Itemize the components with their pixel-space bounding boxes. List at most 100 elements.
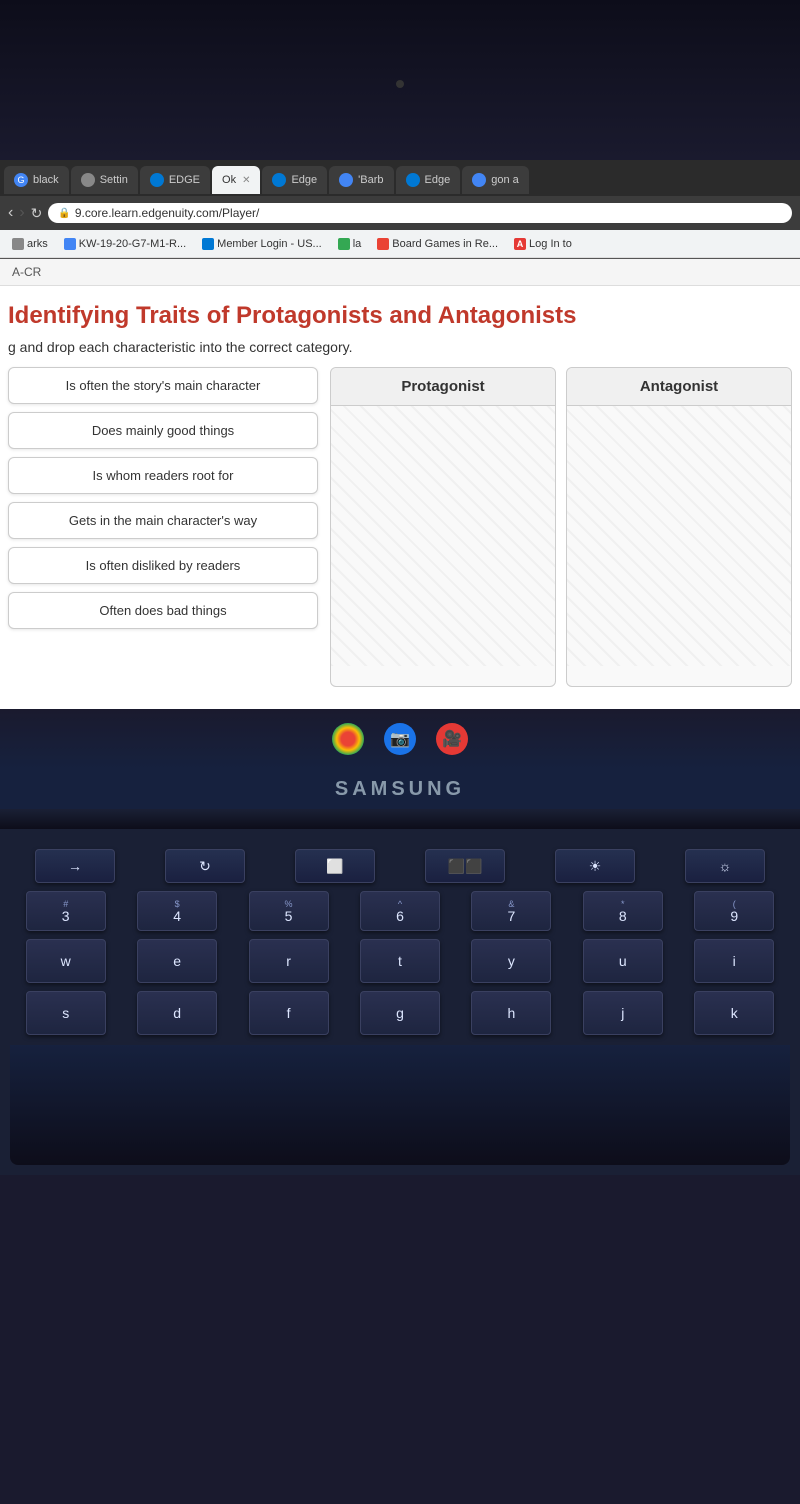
key-w-label: w (61, 954, 71, 968)
bookmarks-bar: arks KW-19-20-G7-M1-R... Member Login - … (0, 230, 800, 258)
bookmark-login[interactable]: A Log In to (508, 236, 578, 252)
key-bright-down[interactable]: ☀ (555, 849, 635, 883)
key-d[interactable]: d (137, 991, 217, 1035)
tab-ok-close[interactable]: ✕ (242, 175, 250, 186)
tab-barb-label: 'Barb (358, 174, 383, 186)
key-9[interactable]: ( 9 (694, 891, 774, 931)
tab-black-icon: G (14, 173, 28, 187)
bookmark-boardgames-icon (377, 238, 389, 250)
bookmark-boardgames[interactable]: Board Games in Re... (371, 236, 504, 252)
key-arrow[interactable]: → (35, 849, 115, 883)
key-g[interactable]: g (360, 991, 440, 1035)
drop-zone-protagonist-header: Protagonist (331, 368, 555, 406)
camera-icon[interactable]: 📷 (384, 723, 416, 755)
key-h-label: h (507, 1006, 515, 1020)
tab-gon[interactable]: gon a (462, 166, 529, 194)
tab-edge3-icon (406, 173, 420, 187)
drop-zone-antagonist[interactable]: Antagonist (566, 367, 792, 687)
tab-black[interactable]: G black (4, 166, 69, 194)
key-r[interactable]: r (249, 939, 329, 983)
tab-edge1-label: EDGE (169, 174, 200, 186)
address-bar-row: ‹ › ↻ 🔒 9.core.learn.edgenuity.com/Playe… (0, 196, 800, 230)
tab-settings[interactable]: Settin (71, 166, 138, 194)
bookmark-la[interactable]: la (332, 236, 368, 252)
video-icon[interactable]: 🎥 (436, 723, 468, 755)
characteristic-text-4: Gets in the main character's way (69, 513, 257, 528)
drop-zone-protagonist[interactable]: Protagonist (330, 367, 556, 687)
tab-edge3-label: Edge (425, 174, 451, 186)
key-3[interactable]: # 3 (26, 891, 106, 931)
key-arrow-label: → (68, 859, 82, 873)
address-text: 9.core.learn.edgenuity.com/Player/ (75, 206, 260, 220)
tab-edge2-icon (272, 173, 286, 187)
key-i[interactable]: i (694, 939, 774, 983)
bookmark-la-label: la (353, 238, 362, 250)
characteristic-card-1[interactable]: Is often the story's main character (8, 367, 318, 404)
forward-button[interactable]: › (19, 204, 24, 222)
key-e[interactable]: e (137, 939, 217, 983)
key-4[interactable]: $ 4 (137, 891, 217, 931)
key-refresh[interactable]: ↻ (165, 849, 245, 883)
tab-black-label: black (33, 174, 59, 186)
key-h[interactable]: h (471, 991, 551, 1035)
key-split[interactable]: ⬛⬛ (425, 849, 505, 883)
key-9-main: 9 (730, 909, 738, 923)
characteristic-text-5: Is often disliked by readers (86, 558, 241, 573)
bookmark-member[interactable]: Member Login - US... (196, 236, 328, 252)
chrome-icon[interactable] (332, 723, 364, 755)
keyboard-row-numbers: # 3 $ 4 % 5 ^ 6 & 7 * 8 ( 9 (10, 891, 790, 931)
key-i-label: i (733, 954, 736, 968)
key-w[interactable]: w (26, 939, 106, 983)
refresh-button[interactable]: ↻ (31, 205, 43, 222)
key-s[interactable]: s (26, 991, 106, 1035)
bookmark-arks-label: arks (27, 238, 48, 250)
drop-zone-antagonist-header: Antagonist (567, 368, 791, 406)
key-s-label: s (62, 1006, 69, 1020)
keyboard-row-sdfghjk: s d f g h j k (10, 991, 790, 1035)
drop-zone-protagonist-body[interactable] (331, 406, 555, 666)
key-6[interactable]: ^ 6 (360, 891, 440, 931)
drop-zone-antagonist-body[interactable] (567, 406, 791, 666)
back-button[interactable]: ‹ (8, 204, 13, 222)
instructions-text: g and drop each characteristic into the … (8, 339, 352, 355)
tab-edge2[interactable]: Edge (262, 166, 327, 194)
key-u[interactable]: u (583, 939, 663, 983)
key-t[interactable]: t (360, 939, 440, 983)
key-7-main: 7 (507, 909, 515, 923)
drop-zones: Protagonist Antagonist (330, 367, 792, 687)
bookmark-kw[interactable]: KW-19-20-G7-M1-R... (58, 236, 192, 252)
key-y[interactable]: y (471, 939, 551, 983)
key-f[interactable]: f (249, 991, 329, 1035)
bookmark-arks[interactable]: arks (6, 236, 54, 252)
tab-settings-icon (81, 173, 95, 187)
laptop-bottom-deck (10, 1045, 790, 1165)
characteristic-card-3[interactable]: Is whom readers root for (8, 457, 318, 494)
characteristic-card-2[interactable]: Does mainly good things (8, 412, 318, 449)
key-window[interactable]: ⬜ (295, 849, 375, 883)
key-bright-up[interactable]: ☼ (685, 849, 765, 883)
tab-barb[interactable]: 'Barb (329, 166, 393, 194)
keyboard-area: → ↻ ⬜ ⬛⬛ ☀ ☼ # 3 $ 4 % 5 ^ (0, 829, 800, 1175)
key-k[interactable]: k (694, 991, 774, 1035)
key-8[interactable]: * 8 (583, 891, 663, 931)
key-t-label: t (398, 954, 402, 968)
key-8-main: 8 (619, 909, 627, 923)
key-y-label: y (508, 954, 515, 968)
key-refresh-label: ↻ (199, 859, 211, 873)
characteristic-card-5[interactable]: Is often disliked by readers (8, 547, 318, 584)
key-7[interactable]: & 7 (471, 891, 551, 931)
bookmark-kw-icon (64, 238, 76, 250)
tab-ok[interactable]: Ok ✕ (212, 166, 260, 194)
key-e-label: e (173, 954, 181, 968)
tab-bar: G black Settin EDGE Ok ✕ Edge 'Barb Edge (0, 160, 800, 196)
tab-edge3[interactable]: Edge (396, 166, 461, 194)
screen-bottom-bezel: 📷 🎥 (0, 709, 800, 769)
characteristic-card-4[interactable]: Gets in the main character's way (8, 502, 318, 539)
key-j[interactable]: j (583, 991, 663, 1035)
characteristic-card-6[interactable]: Often does bad things (8, 592, 318, 629)
address-bar[interactable]: 🔒 9.core.learn.edgenuity.com/Player/ (48, 203, 792, 223)
tab-edge1[interactable]: EDGE (140, 166, 210, 194)
key-5[interactable]: % 5 (249, 891, 329, 931)
bookmark-member-icon (202, 238, 214, 250)
page-content: A-CR Identifying Traits of Protagonists … (0, 259, 800, 709)
